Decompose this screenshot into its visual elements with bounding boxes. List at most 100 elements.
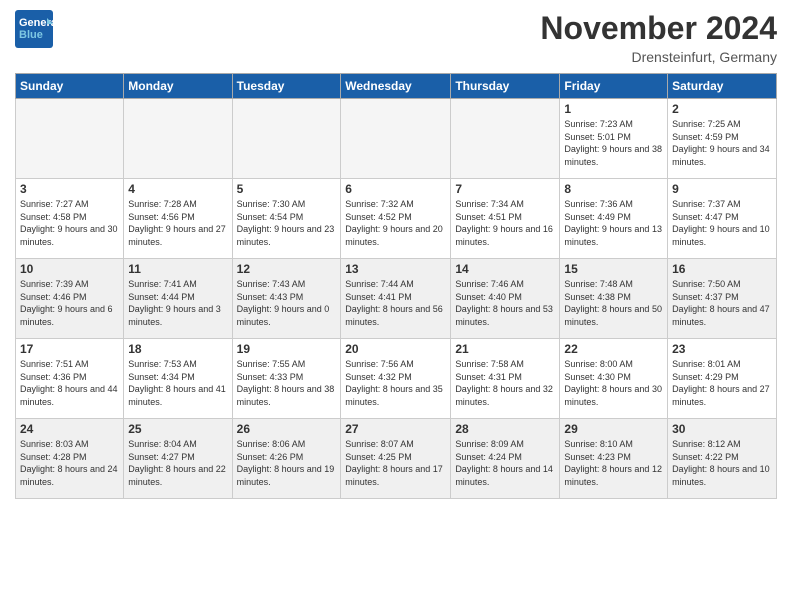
col-saturday: Saturday	[668, 74, 777, 99]
day-number: 6	[345, 182, 446, 196]
day-info: Sunrise: 7:53 AMSunset: 4:34 PMDaylight:…	[128, 358, 227, 408]
day-info: Sunrise: 7:44 AMSunset: 4:41 PMDaylight:…	[345, 278, 446, 328]
calendar-header-row: Sunday Monday Tuesday Wednesday Thursday…	[16, 74, 777, 99]
page: General Blue November 2024 Drensteinfurt…	[0, 0, 792, 612]
day-info: Sunrise: 7:28 AMSunset: 4:56 PMDaylight:…	[128, 198, 227, 248]
calendar-week-1: 1 Sunrise: 7:23 AMSunset: 5:01 PMDaylight…	[16, 99, 777, 179]
day-info: Sunrise: 7:41 AMSunset: 4:44 PMDaylight:…	[128, 278, 227, 328]
calendar-cell	[341, 99, 451, 179]
month-title: November 2024	[540, 10, 777, 47]
day-info: Sunrise: 7:27 AMSunset: 4:58 PMDaylight:…	[20, 198, 119, 248]
day-info: Sunrise: 7:30 AMSunset: 4:54 PMDaylight:…	[237, 198, 337, 248]
header: General Blue November 2024 Drensteinfurt…	[15, 10, 777, 65]
calendar-cell: 17Sunrise: 7:51 AMSunset: 4:36 PMDayligh…	[16, 339, 124, 419]
calendar-cell: 20 Sunrise: 7:56 AMSunset: 4:32 PMDayligh…	[341, 339, 451, 419]
calendar-cell: 11 Sunrise: 7:41 AMSunset: 4:44 PMDayligh…	[124, 259, 232, 339]
col-thursday: Thursday	[451, 74, 560, 99]
calendar-cell: 23 Sunrise: 8:01 AMSunset: 4:29 PMDayligh…	[668, 339, 777, 419]
col-friday: Friday	[560, 74, 668, 99]
logo: General Blue	[15, 10, 53, 53]
calendar-cell: 22 Sunrise: 8:00 AMSunset: 4:30 PMDayligh…	[560, 339, 668, 419]
day-number: 2	[672, 102, 772, 116]
calendar-week-4: 17Sunrise: 7:51 AMSunset: 4:36 PMDayligh…	[16, 339, 777, 419]
calendar-cell	[124, 99, 232, 179]
day-info: Sunrise: 7:55 AMSunset: 4:33 PMDaylight:…	[237, 358, 337, 408]
calendar-table: Sunday Monday Tuesday Wednesday Thursday…	[15, 73, 777, 499]
day-number: 21	[455, 342, 555, 356]
day-info: Sunrise: 7:23 AMSunset: 5:01 PMDaylight:…	[564, 118, 663, 168]
logo-icon: General Blue	[15, 10, 53, 48]
calendar-cell: 14Sunrise: 7:46 AMSunset: 4:40 PMDayligh…	[451, 259, 560, 339]
day-number: 16	[672, 262, 772, 276]
calendar-cell: 4Sunrise: 7:28 AMSunset: 4:56 PMDaylight…	[124, 179, 232, 259]
calendar-cell: 15 Sunrise: 7:48 AMSunset: 4:38 PMDayligh…	[560, 259, 668, 339]
calendar-cell: 8 Sunrise: 7:36 AMSunset: 4:49 PMDaylight…	[560, 179, 668, 259]
calendar-cell	[451, 99, 560, 179]
calendar-cell: 27 Sunrise: 8:07 AMSunset: 4:25 PMDayligh…	[341, 419, 451, 499]
calendar-cell: 9Sunrise: 7:37 AMSunset: 4:47 PMDaylight…	[668, 179, 777, 259]
day-number: 12	[237, 262, 337, 276]
calendar-cell: 19 Sunrise: 7:55 AMSunset: 4:33 PMDayligh…	[232, 339, 341, 419]
calendar-week-5: 24 Sunrise: 8:03 AMSunset: 4:28 PMDayligh…	[16, 419, 777, 499]
day-number: 7	[455, 182, 555, 196]
calendar-week-3: 10Sunrise: 7:39 AMSunset: 4:46 PMDayligh…	[16, 259, 777, 339]
calendar-cell: 18Sunrise: 7:53 AMSunset: 4:34 PMDayligh…	[124, 339, 232, 419]
day-info: Sunrise: 8:03 AMSunset: 4:28 PMDaylight:…	[20, 438, 119, 488]
day-number: 29	[564, 422, 663, 436]
day-info: Sunrise: 8:12 AMSunset: 4:22 PMDaylight:…	[672, 438, 772, 488]
location: Drensteinfurt, Germany	[540, 49, 777, 65]
day-number: 19	[237, 342, 337, 356]
day-info: Sunrise: 8:01 AMSunset: 4:29 PMDaylight:…	[672, 358, 772, 408]
day-info: Sunrise: 8:00 AMSunset: 4:30 PMDaylight:…	[564, 358, 663, 408]
day-number: 1	[564, 102, 663, 116]
calendar-cell: 6Sunrise: 7:32 AMSunset: 4:52 PMDaylight…	[341, 179, 451, 259]
calendar-cell: 7 Sunrise: 7:34 AMSunset: 4:51 PMDaylight…	[451, 179, 560, 259]
day-number: 27	[345, 422, 446, 436]
col-wednesday: Wednesday	[341, 74, 451, 99]
col-sunday: Sunday	[16, 74, 124, 99]
day-info: Sunrise: 8:09 AMSunset: 4:24 PMDaylight:…	[455, 438, 555, 488]
calendar-week-2: 3 Sunrise: 7:27 AMSunset: 4:58 PMDaylight…	[16, 179, 777, 259]
day-number: 28	[455, 422, 555, 436]
calendar-cell: 1 Sunrise: 7:23 AMSunset: 5:01 PMDaylight…	[560, 99, 668, 179]
calendar-cell	[232, 99, 341, 179]
day-number: 5	[237, 182, 337, 196]
day-number: 25	[128, 422, 227, 436]
calendar-cell: 30 Sunrise: 8:12 AMSunset: 4:22 PMDayligh…	[668, 419, 777, 499]
calendar-cell: 21 Sunrise: 7:58 AMSunset: 4:31 PMDayligh…	[451, 339, 560, 419]
calendar-cell: 24 Sunrise: 8:03 AMSunset: 4:28 PMDayligh…	[16, 419, 124, 499]
day-number: 3	[20, 182, 119, 196]
day-number: 24	[20, 422, 119, 436]
calendar-cell: 2Sunrise: 7:25 AMSunset: 4:59 PMDaylight…	[668, 99, 777, 179]
day-number: 22	[564, 342, 663, 356]
day-info: Sunrise: 8:07 AMSunset: 4:25 PMDaylight:…	[345, 438, 446, 488]
day-number: 10	[20, 262, 119, 276]
day-number: 23	[672, 342, 772, 356]
calendar-cell	[16, 99, 124, 179]
day-number: 11	[128, 262, 227, 276]
svg-text:Blue: Blue	[19, 29, 43, 41]
calendar-cell: 10Sunrise: 7:39 AMSunset: 4:46 PMDayligh…	[16, 259, 124, 339]
day-number: 17	[20, 342, 119, 356]
calendar-cell: 3 Sunrise: 7:27 AMSunset: 4:58 PMDaylight…	[16, 179, 124, 259]
day-info: Sunrise: 7:37 AMSunset: 4:47 PMDaylight:…	[672, 198, 772, 248]
day-info: Sunrise: 7:34 AMSunset: 4:51 PMDaylight:…	[455, 198, 555, 248]
day-number: 26	[237, 422, 337, 436]
day-number: 20	[345, 342, 446, 356]
day-number: 15	[564, 262, 663, 276]
day-info: Sunrise: 7:50 AMSunset: 4:37 PMDaylight:…	[672, 278, 772, 328]
day-number: 8	[564, 182, 663, 196]
calendar-cell: 5 Sunrise: 7:30 AMSunset: 4:54 PMDaylight…	[232, 179, 341, 259]
calendar-cell: 26Sunrise: 8:06 AMSunset: 4:26 PMDayligh…	[232, 419, 341, 499]
day-number: 14	[455, 262, 555, 276]
calendar-cell: 28 Sunrise: 8:09 AMSunset: 4:24 PMDayligh…	[451, 419, 560, 499]
day-info: Sunrise: 7:43 AMSunset: 4:43 PMDaylight:…	[237, 278, 337, 328]
calendar-cell: 29Sunrise: 8:10 AMSunset: 4:23 PMDayligh…	[560, 419, 668, 499]
day-number: 30	[672, 422, 772, 436]
day-info: Sunrise: 7:48 AMSunset: 4:38 PMDaylight:…	[564, 278, 663, 328]
day-info: Sunrise: 7:58 AMSunset: 4:31 PMDaylight:…	[455, 358, 555, 408]
calendar-cell: 13Sunrise: 7:44 AMSunset: 4:41 PMDayligh…	[341, 259, 451, 339]
day-info: Sunrise: 7:36 AMSunset: 4:49 PMDaylight:…	[564, 198, 663, 248]
day-info: Sunrise: 7:56 AMSunset: 4:32 PMDaylight:…	[345, 358, 446, 408]
day-info: Sunrise: 8:04 AMSunset: 4:27 PMDaylight:…	[128, 438, 227, 488]
